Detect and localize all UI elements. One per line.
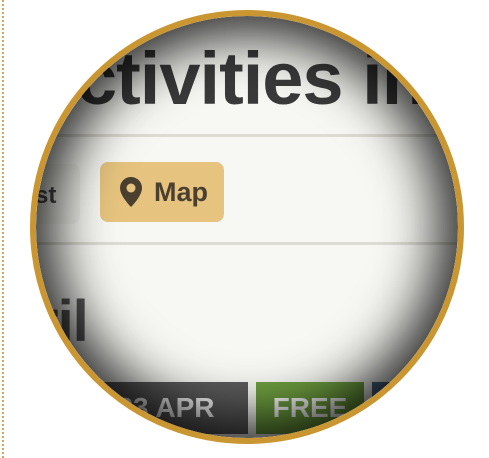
map-pin-icon [118, 175, 144, 209]
filter-badge[interactable] [372, 382, 442, 434]
month-heading: ril [36, 289, 89, 354]
free-badge: FREE [256, 382, 364, 434]
tab-map-label: Map [154, 176, 208, 207]
tab-list-label: st [35, 182, 57, 209]
zoomed-screenshot-stage: ctivities in st Map ril 23 APR FREE [0, 0, 489, 458]
magnified-page-content: ctivities in st Map ril 23 APR FREE [36, 16, 458, 438]
date-badge: 23 APR [84, 382, 248, 434]
tab-list-view[interactable]: st [35, 164, 80, 224]
magnifier-lens: ctivities in st Map ril 23 APR FREE [30, 10, 464, 444]
dotted-edge-divider [2, 0, 4, 458]
bottom-divider [36, 242, 458, 245]
filter-icon [394, 394, 420, 423]
top-divider [36, 134, 458, 137]
tab-map-view[interactable]: Map [100, 162, 224, 222]
page-title: ctivities in [76, 37, 427, 120]
